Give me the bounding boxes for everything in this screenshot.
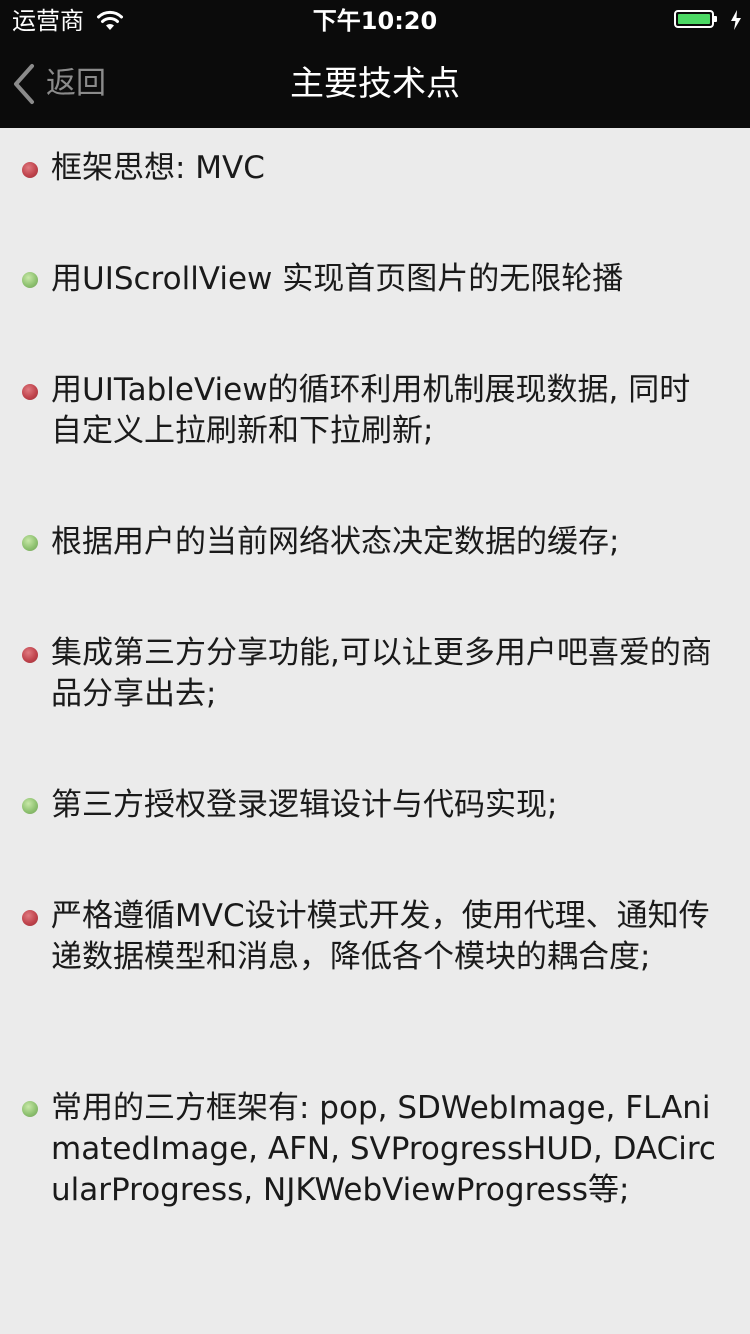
page-title: 主要技术点 xyxy=(290,64,460,104)
green-dot-icon xyxy=(22,272,38,288)
list-item-text: 用UIScrollView 实现首页图片的无限轮播 xyxy=(51,261,624,297)
red-dot-icon xyxy=(22,647,38,663)
green-dot-icon xyxy=(22,798,38,814)
list-item-text: 第三方授权登录逻辑设计与代码实现; xyxy=(51,787,558,823)
red-dot-icon xyxy=(22,162,38,178)
status-time: 下午10:20 xyxy=(312,7,438,35)
green-dot-icon xyxy=(22,1101,38,1117)
list-item-text: 集成第三方分享功能,可以让更多用户吧喜爱的商品分享出去; xyxy=(51,635,712,712)
green-dot-icon xyxy=(22,535,38,551)
red-dot-icon xyxy=(22,910,38,926)
list-item-text: 严格遵循MVC设计模式开发，使用代理、通知传递数据模型和消息，降低各个模块的耦合… xyxy=(51,898,710,975)
charging-bolt-icon xyxy=(731,10,741,30)
battery-icon xyxy=(674,10,718,30)
list-item-text: 用UITableView的循环利用机制展现数据, 同时自定义上拉刷新和下拉刷新; xyxy=(51,372,691,449)
tech-points-list: 框架思想: MVC 用UIScrollView 实现首页图片的无限轮播 用UIT… xyxy=(0,128,750,1334)
navigation-bar: 返回 主要技术点 xyxy=(0,40,750,128)
list-item-text: 常用的三方框架有: pop, SDWebImage, FLAnimatedIma… xyxy=(51,1090,716,1208)
red-dot-icon xyxy=(22,384,38,400)
top-bar: 运营商 下午10:20 返回 主要技术点 xyxy=(0,0,750,128)
list-item-text: 框架思想: MVC xyxy=(51,150,265,186)
list-item-text: 根据用户的当前网络状态决定数据的缓存; xyxy=(51,524,620,560)
status-bar: 运营商 下午10:20 xyxy=(0,0,750,40)
